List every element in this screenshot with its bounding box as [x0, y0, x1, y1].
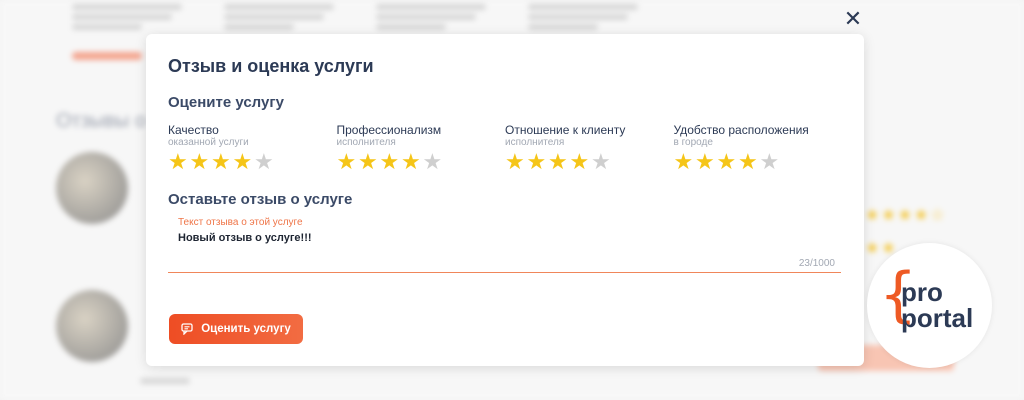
bg-avatar	[56, 152, 128, 224]
star-icon[interactable]: ★	[401, 151, 423, 173]
bg-text-block	[224, 0, 344, 36]
bg-avatar	[56, 290, 128, 362]
star-icon[interactable]: ★	[358, 151, 380, 173]
criterion-label: Качество	[168, 123, 219, 137]
star-icon[interactable]: ★	[527, 151, 549, 173]
rate-heading: Оцените услугу	[168, 94, 284, 111]
criterion-label: Отношение к клиенту	[505, 123, 626, 137]
review-field-value[interactable]: Новый отзыв о услуге!!!	[178, 232, 312, 244]
star-icon[interactable]: ★	[738, 151, 760, 173]
star-rating: ★ ★ ★ ★ ★	[674, 151, 843, 173]
bg-text-block	[72, 0, 192, 36]
star-icon[interactable]: ★	[760, 151, 782, 173]
criterion-quality: Качество оказанной услуги ★ ★ ★ ★ ★	[168, 124, 337, 173]
star-icon[interactable]: ★	[423, 151, 445, 173]
star-rating: ★ ★ ★ ★ ★	[168, 151, 337, 173]
review-modal: Отзыв и оценка услуги Оцените услугу Кач…	[146, 34, 864, 366]
star-icon[interactable]: ★	[380, 151, 402, 173]
criterion-professionalism: Профессионализм исполнителя ★ ★ ★ ★ ★	[337, 124, 506, 173]
criterion-label: Профессионализм	[336, 123, 442, 137]
star-icon[interactable]: ★	[674, 151, 696, 173]
review-textarea[interactable]: Текст отзыва о этой услуге Новый отзыв о…	[168, 217, 841, 273]
review-field-label: Текст отзыва о этой услуге	[178, 217, 303, 228]
bg-text-line	[140, 378, 190, 384]
submit-rating-button[interactable]: Оценить услугу	[169, 314, 303, 344]
modal-title: Отзыв и оценка услуги	[168, 56, 374, 76]
criterion-location: Удобство расположения в городе ★ ★ ★ ★ ★	[674, 124, 843, 173]
star-icon[interactable]: ★	[168, 151, 190, 173]
star-icon[interactable]: ★	[505, 151, 527, 173]
star-icon[interactable]: ★	[211, 151, 233, 173]
comment-icon	[181, 323, 193, 335]
bg-section-title: Отзывы о	[56, 110, 146, 132]
rating-criteria: Качество оказанной услуги ★ ★ ★ ★ ★ Професси…	[168, 124, 842, 173]
criterion-sublabel: исполнителя	[505, 137, 565, 148]
bg-rating-stars: ★★★★☆	[865, 207, 947, 224]
star-rating: ★ ★ ★ ★ ★	[505, 151, 674, 173]
bg-text-block	[528, 0, 648, 36]
close-icon[interactable]: ✕	[842, 8, 864, 30]
star-icon[interactable]: ★	[695, 151, 717, 173]
submit-label: Оценить услугу	[201, 323, 291, 335]
criterion-sublabel: оказанной услуги	[168, 137, 249, 148]
star-rating: ★ ★ ★ ★ ★	[337, 151, 506, 173]
bg-text-block	[376, 0, 496, 36]
star-icon[interactable]: ★	[233, 151, 255, 173]
star-icon[interactable]: ★	[570, 151, 592, 173]
star-icon[interactable]: ★	[190, 151, 212, 173]
criterion-attitude: Отношение к клиенту исполнителя ★ ★ ★ ★ ★	[505, 124, 674, 173]
review-heading: Оставьте отзыв о услуге	[168, 191, 353, 208]
character-counter: 23/1000	[798, 258, 835, 269]
star-icon[interactable]: ★	[548, 151, 570, 173]
criterion-sublabel: в городе	[673, 137, 713, 148]
logo-text: portal	[901, 303, 974, 333]
star-icon[interactable]: ★	[254, 151, 276, 173]
proportal-logo: { pro portal	[867, 243, 992, 368]
star-icon[interactable]: ★	[591, 151, 613, 173]
star-icon[interactable]: ★	[337, 151, 359, 173]
criterion-label: Удобство расположения	[673, 123, 809, 137]
bg-link	[72, 52, 142, 60]
criterion-sublabel: исполнителя	[336, 137, 396, 148]
star-icon[interactable]: ★	[717, 151, 739, 173]
